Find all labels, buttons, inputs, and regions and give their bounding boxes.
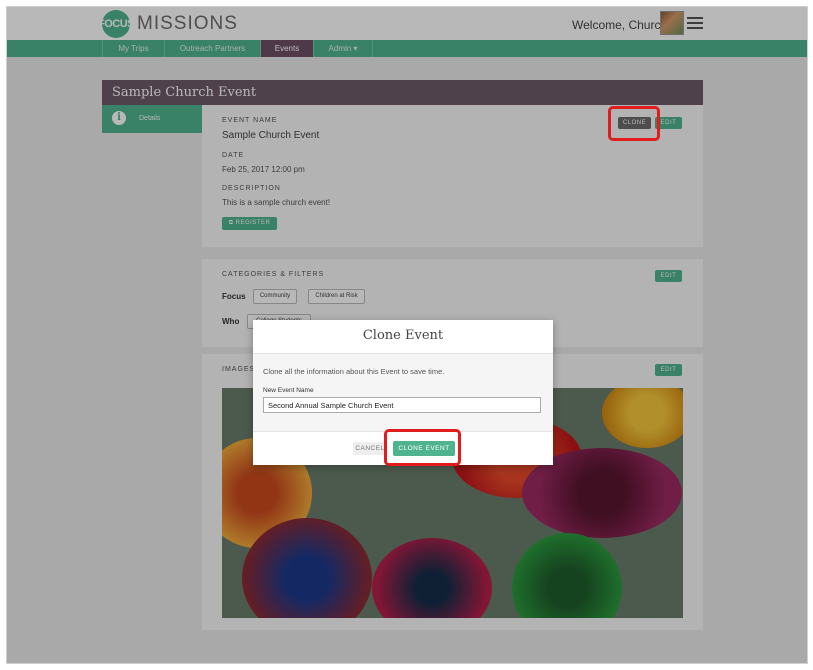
new-event-name-input[interactable] [263, 397, 541, 413]
modal-body: Clone all the information about this Eve… [253, 353, 553, 432]
new-event-name-label: New Event Name [263, 387, 314, 394]
modal-description: Clone all the information about this Eve… [263, 367, 445, 376]
cancel-button[interactable]: CANCEL [353, 442, 387, 455]
browser-screenshot-frame: FOCUS MISSIONS Welcome, Church! My Trips… [6, 6, 808, 664]
clone-event-highlight-callout [384, 429, 461, 466]
modal-title: Clone Event [362, 328, 444, 343]
clone-highlight-callout [608, 106, 660, 141]
